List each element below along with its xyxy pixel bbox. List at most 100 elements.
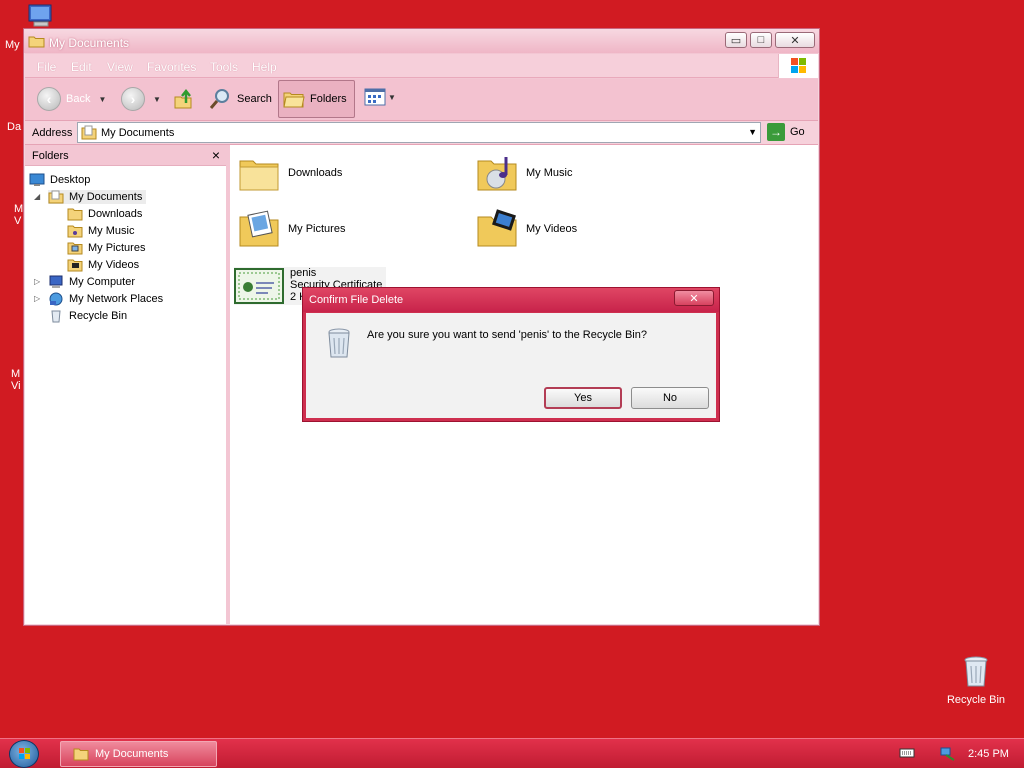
tree-item-downloads[interactable]: Downloads: [67, 207, 142, 221]
views-dropdown-icon: ▼: [388, 92, 396, 102]
recycle-bin-icon: [963, 656, 989, 688]
music-folder-icon: [477, 157, 517, 191]
maximize-button[interactable]: □: [750, 32, 772, 48]
forward-dropdown-icon[interactable]: ▼: [153, 95, 161, 104]
minimize-button[interactable]: ▭: [725, 32, 747, 48]
recycle-bin-desktop-icon[interactable]: Recycle Bin: [940, 656, 1012, 706]
start-button[interactable]: [9, 740, 39, 768]
toolbar: ‹ Back ▼ › ▼ Search Folders ▼: [25, 79, 818, 121]
file-name: penis: [290, 267, 317, 279]
taskbar-button-label: My Documents: [95, 748, 169, 760]
dialog-title: Confirm File Delete: [309, 294, 404, 306]
folder-icon: [67, 208, 83, 221]
tree-item-label: Recycle Bin: [69, 310, 128, 322]
folders-pane: Folders × Desktop ◢ My Documents Downloa…: [25, 145, 228, 624]
tree-item-my-documents[interactable]: My Documents: [48, 190, 147, 204]
folder-item-label: My Music: [526, 167, 573, 179]
collapse-icon[interactable]: ◢: [34, 192, 40, 201]
address-dropdown-icon[interactable]: ▼: [748, 127, 757, 137]
tree-item-label: My Music: [88, 225, 135, 237]
back-label: Back: [66, 93, 91, 105]
folder-item-label: Downloads: [288, 167, 343, 179]
windows-logo-icon: [778, 54, 818, 78]
tree-item-my-pictures[interactable]: My Pictures: [67, 241, 145, 255]
menu-tools[interactable]: Tools: [210, 60, 238, 74]
menu-edit[interactable]: Edit: [71, 60, 92, 74]
folders-icon: [283, 92, 305, 108]
my-documents-icon: [81, 125, 97, 140]
go-button[interactable]: → Go: [767, 123, 805, 141]
folder-item-my-videos[interactable]: My Videos: [476, 209, 577, 249]
folders-pane-header: Folders ×: [25, 145, 226, 166]
go-arrow-icon: →: [767, 123, 785, 141]
keyboard-icon[interactable]: [899, 747, 915, 762]
tree-item-label: Downloads: [88, 208, 143, 220]
menu-file[interactable]: File: [37, 60, 56, 74]
search-label: Search: [237, 93, 272, 105]
certificate-icon: [234, 268, 284, 304]
yes-button[interactable]: Yes: [544, 387, 622, 409]
recycle-bin-icon: [51, 310, 61, 323]
recycle-bin-icon: [326, 327, 352, 359]
expand-icon[interactable]: ▷: [34, 294, 40, 303]
menu-view[interactable]: View: [107, 60, 133, 74]
music-folder-icon: [67, 225, 83, 238]
my-computer-desktop-icon[interactable]: [26, 4, 56, 28]
recycle-bin-label: Recycle Bin: [946, 694, 1006, 706]
folders-pane-title: Folders: [32, 150, 69, 162]
tree-item-label: My Computer: [69, 276, 136, 288]
folder-item-my-pictures[interactable]: My Pictures: [238, 209, 345, 249]
dialog-close-button[interactable]: ✕: [674, 290, 714, 306]
tree-item-label: My Network Places: [69, 293, 164, 305]
search-icon: [209, 89, 229, 109]
tree-item-label: My Documents: [69, 191, 143, 203]
forward-button[interactable]: › ▼: [121, 87, 161, 111]
dialog-message: Are you sure you want to send 'penis' to…: [367, 329, 647, 341]
tree-item-my-music[interactable]: My Music: [67, 224, 134, 238]
back-button[interactable]: ‹ Back ▼: [37, 87, 106, 111]
tree-item-my-computer[interactable]: My Computer: [48, 275, 135, 289]
window-titlebar[interactable]: My Documents ▭ □ ✕: [24, 29, 819, 53]
desktop-label-partial: M Vi: [11, 368, 21, 392]
desktop-label-partial: Da: [7, 121, 22, 133]
tree-item-label: Desktop: [50, 174, 91, 186]
folder-icon: [73, 748, 89, 761]
dialog-body: Are you sure you want to send 'penis' to…: [306, 313, 716, 418]
videos-folder-icon: [67, 259, 83, 272]
close-button[interactable]: ✕: [775, 32, 815, 48]
folder-item-my-music[interactable]: My Music: [476, 153, 572, 193]
folder-item-downloads[interactable]: Downloads: [238, 153, 342, 193]
back-dropdown-icon[interactable]: ▼: [98, 95, 106, 104]
tree-item-desktop[interactable]: Desktop: [29, 173, 90, 187]
my-documents-icon: [48, 190, 64, 204]
tree-item-my-videos[interactable]: My Videos: [67, 258, 139, 272]
close-folders-pane-icon[interactable]: ×: [212, 147, 220, 163]
dialog-titlebar[interactable]: Confirm File Delete ✕: [303, 288, 719, 312]
taskbar-button-my-documents[interactable]: My Documents: [60, 741, 217, 767]
forward-arrow-icon: ›: [121, 87, 145, 111]
window-title: My Documents: [49, 36, 130, 50]
no-button[interactable]: No: [631, 387, 709, 409]
tree-item-label: My Videos: [88, 259, 140, 271]
taskbar: My Documents 2:45 PM: [0, 738, 1024, 768]
views-button[interactable]: ▼: [364, 87, 396, 107]
menu-help[interactable]: Help: [252, 60, 277, 74]
desktop-label-partial: M V: [14, 203, 24, 227]
network-tray-icon[interactable]: [940, 747, 956, 764]
address-input[interactable]: My Documents ▼: [77, 122, 761, 143]
back-arrow-icon: ‹: [37, 87, 61, 111]
tree-item-my-network-places[interactable]: My Network Places: [48, 292, 163, 306]
expand-icon[interactable]: ▷: [34, 277, 40, 286]
desktop-icon: [29, 173, 45, 186]
pictures-folder-icon: [67, 242, 83, 255]
windows-logo-icon: [19, 748, 30, 759]
menu-favorites[interactable]: Favorites: [147, 60, 196, 74]
folders-button[interactable]: Folders: [278, 80, 355, 118]
tree-item-recycle-bin[interactable]: Recycle Bin: [48, 309, 127, 323]
up-folder-button[interactable]: [173, 87, 195, 111]
folders-label: Folders: [310, 93, 347, 105]
search-button[interactable]: Search: [208, 87, 272, 111]
clock[interactable]: 2:45 PM: [968, 748, 1009, 760]
desktop-label-partial: My: [5, 39, 20, 51]
address-value: My Documents: [101, 127, 175, 139]
